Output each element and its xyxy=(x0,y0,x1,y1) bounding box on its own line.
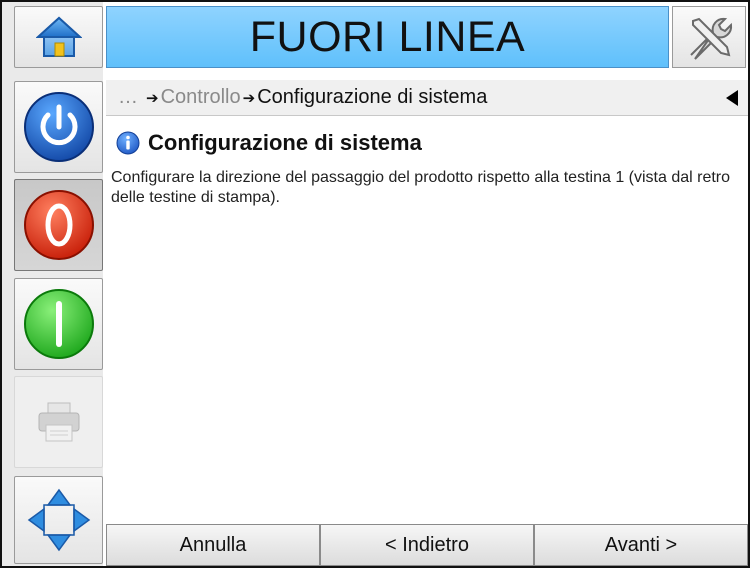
breadcrumb-ellipsis[interactable]: … xyxy=(118,86,138,109)
printer-icon xyxy=(38,402,79,442)
breadcrumb-separator: ➔ xyxy=(242,89,256,107)
navigation-arrows-icon xyxy=(27,488,90,552)
power-icon xyxy=(23,92,94,162)
stop-button[interactable] xyxy=(14,179,103,271)
bottom-button-bar: Annulla < Indietro Avanti > xyxy=(106,524,748,566)
breadcrumb-separator: ➔ xyxy=(146,89,159,107)
breadcrumb-parent[interactable]: Controllo xyxy=(161,86,241,109)
breadcrumb: … ➔ Controllo ➔ Configurazione di sistem… xyxy=(106,80,748,116)
triangle-left-icon xyxy=(726,90,738,106)
collapse-arrow-button[interactable] xyxy=(722,86,742,110)
content-title: Configurazione di sistema xyxy=(148,130,422,155)
stop-icon xyxy=(23,190,94,260)
start-icon xyxy=(23,289,94,359)
info-icon xyxy=(116,131,140,155)
tools-icon xyxy=(690,17,733,60)
power-button[interactable] xyxy=(14,81,103,173)
home-button[interactable] xyxy=(14,6,103,68)
status-title: FUORI LINEA xyxy=(249,12,526,61)
breadcrumb-current: Configurazione di sistema xyxy=(257,86,488,108)
content-description: Configurare la direzione del passaggio d… xyxy=(111,169,731,206)
title-bar: FUORI LINEA xyxy=(106,6,669,68)
start-button[interactable] xyxy=(14,278,103,370)
content-header: Configurazione di sistema xyxy=(116,130,422,156)
navigation-button[interactable] xyxy=(14,476,103,564)
home-icon xyxy=(35,16,82,57)
next-button[interactable]: Avanti > xyxy=(534,524,748,566)
sidebar xyxy=(2,2,103,566)
tools-button[interactable] xyxy=(672,6,746,68)
print-button[interactable] xyxy=(14,376,103,468)
back-button[interactable]: < Indietro xyxy=(320,524,534,566)
content-panel: Configurazione di sistema Configurare la… xyxy=(106,118,748,520)
cancel-button[interactable]: Annulla xyxy=(106,524,320,566)
